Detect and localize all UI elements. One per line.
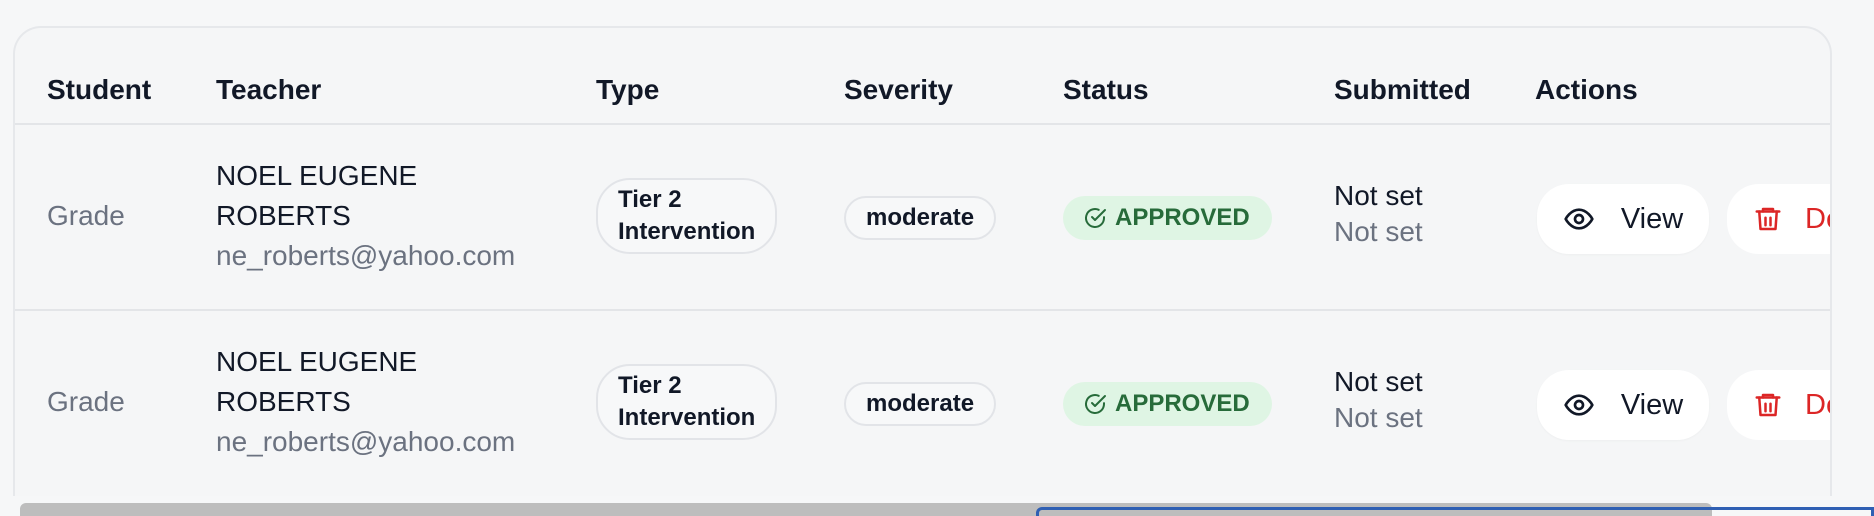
submitted-date: Not set xyxy=(1334,180,1423,211)
status-badge: APPROVED xyxy=(1063,196,1272,240)
student-cell: Grade xyxy=(47,200,125,231)
header-actions: Actions xyxy=(1535,74,1638,105)
view-button[interactable]: View xyxy=(1537,370,1709,440)
submitted-cell: Not set Not set xyxy=(1334,180,1423,248)
header-submitted: Submitted xyxy=(1334,74,1471,105)
teacher-email: ne_roberts@yahoo.com xyxy=(216,426,516,457)
teacher-name: ROBERTS xyxy=(216,200,351,231)
view-label: View xyxy=(1620,388,1684,421)
type-label: Tier 2 xyxy=(618,372,682,399)
status-label: APPROVED xyxy=(1115,390,1250,417)
submitted-secondary: Not set xyxy=(1334,216,1423,247)
teacher-cell: NOEL EUGENE ROBERTS ne_roberts@yahoo.com xyxy=(216,342,515,462)
severity-badge: moderate xyxy=(844,196,997,240)
header-teacher: Teacher xyxy=(216,74,322,105)
student-cell: Grade xyxy=(47,386,125,417)
header-status: Status xyxy=(1063,74,1149,105)
status-badge: APPROVED xyxy=(1063,382,1272,426)
trash-icon xyxy=(1755,207,1781,231)
delete-label: De xyxy=(1805,202,1830,235)
check-circle-icon xyxy=(1085,208,1106,228)
eye-icon xyxy=(1564,394,1594,416)
delete-button[interactable]: De xyxy=(1727,370,1830,440)
view-button[interactable]: View xyxy=(1537,184,1709,254)
severity-badge: moderate xyxy=(844,382,997,426)
delete-button[interactable]: De xyxy=(1727,184,1830,254)
scrollbar-focus-outline xyxy=(1036,507,1874,516)
submissions-table: Student Teacher Type Severity Status Sub… xyxy=(13,26,1832,496)
submitted-secondary: Not set xyxy=(1334,402,1423,433)
trash-icon xyxy=(1755,393,1781,417)
type-label: Tier 2 xyxy=(618,186,682,213)
view-label: View xyxy=(1620,202,1684,235)
teacher-name: ROBERTS xyxy=(216,386,351,417)
teacher-email: ne_roberts@yahoo.com xyxy=(216,240,516,271)
submitted-cell: Not set Not set xyxy=(1334,366,1423,434)
submitted-date: Not set xyxy=(1334,366,1423,397)
header-divider xyxy=(15,123,1830,125)
header-severity: Severity xyxy=(844,74,953,105)
teacher-name: NOEL EUGENE xyxy=(216,346,418,377)
teacher-cell: NOEL EUGENE ROBERTS ne_roberts@yahoo.com xyxy=(216,156,515,276)
check-circle-icon xyxy=(1085,394,1106,414)
type-label: Intervention xyxy=(618,218,756,245)
delete-label: De xyxy=(1805,388,1830,421)
status-label: APPROVED xyxy=(1115,204,1250,231)
row-divider xyxy=(15,309,1830,311)
header-type: Type xyxy=(596,74,660,105)
eye-icon xyxy=(1564,208,1594,230)
type-badge: Tier 2 Intervention xyxy=(596,364,778,440)
teacher-name: NOEL EUGENE xyxy=(216,160,418,191)
type-badge: Tier 2 Intervention xyxy=(596,178,778,254)
type-label: Intervention xyxy=(618,404,756,431)
header-student: Student xyxy=(47,74,152,105)
